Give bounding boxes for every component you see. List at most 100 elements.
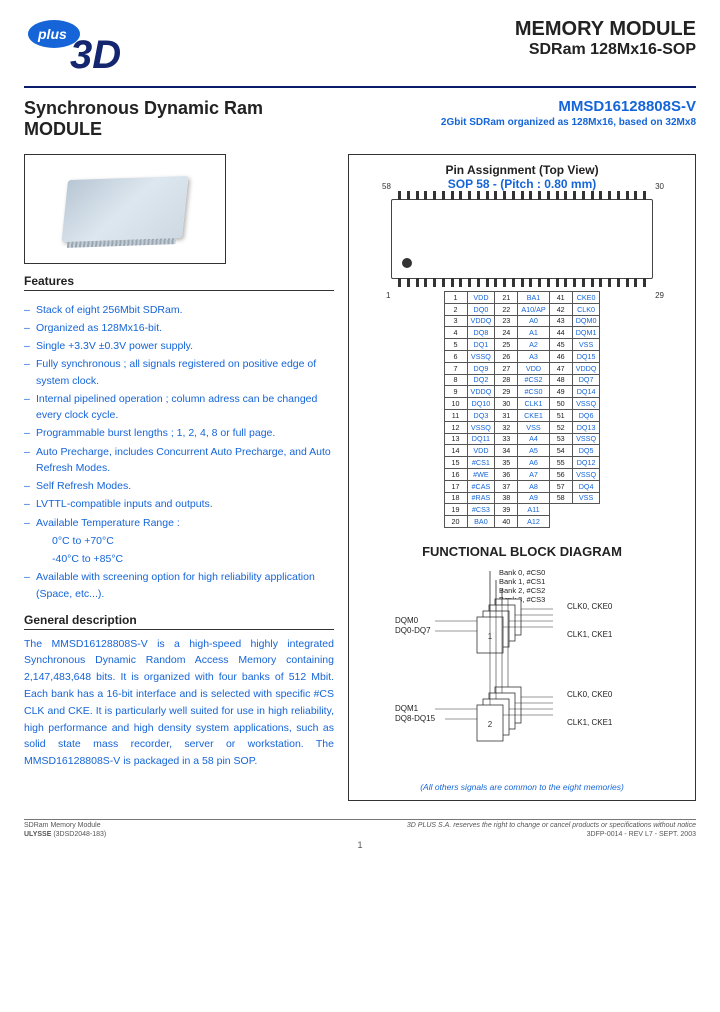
pin-number-cell: 58 [549, 492, 572, 504]
pin-name-cell: CLK0 [572, 303, 600, 315]
pin-name-cell: VDDQ [572, 362, 600, 374]
pin-name-cell: BA0 [467, 516, 495, 528]
pin-number-cell: 28 [495, 374, 518, 386]
pin-number-cell: 56 [549, 468, 572, 480]
svg-text:CLK0, CKE0: CLK0, CKE0 [567, 602, 613, 611]
feature-item: Available with screening option for high… [24, 569, 334, 602]
general-description: The MMSD16128808S-V is a high-speed high… [24, 636, 334, 770]
page-footer: SDRam Memory Module 3D PLUS S.A. reserve… [24, 819, 696, 850]
svg-text:Bank 2, #CS2: Bank 2, #CS2 [499, 586, 545, 595]
pin-number-cell: 5 [444, 339, 467, 351]
pin-number-cell: 30 [495, 398, 518, 410]
pin-number-cell: 4 [444, 327, 467, 339]
header-rule [24, 86, 696, 88]
svg-text:DQM0: DQM0 [395, 616, 419, 625]
footer-rev: 3DFP-0014 - REV L7 - SEPT. 2003 [587, 831, 696, 838]
pin-number-cell: 50 [549, 398, 572, 410]
pin-name-cell: A5 [518, 445, 549, 457]
pin-name-cell: DQ6 [572, 409, 600, 421]
pin-number-cell: 38 [495, 492, 518, 504]
pin-label: 29 [655, 291, 664, 300]
pin-number-cell: 36 [495, 468, 518, 480]
pin-label: 1 [386, 291, 390, 300]
temp-range-item: -40°C to +85°C [24, 551, 334, 567]
pin-name-cell: #WE [467, 468, 495, 480]
pin-number-cell: 57 [549, 480, 572, 492]
pin-name-cell: DQ12 [572, 457, 600, 469]
svg-text:CLK1, CKE1: CLK1, CKE1 [567, 630, 613, 639]
feature-item: Fully synchronous ; all signals register… [24, 356, 334, 389]
pin-number-cell: 45 [549, 339, 572, 351]
pin-name-cell: DQ0 [467, 303, 495, 315]
pin-name-cell: DQM0 [572, 315, 600, 327]
fbd-heading: FUNCTIONAL BLOCK DIAGRAM [357, 544, 687, 559]
pin-name-cell: #CS1 [467, 457, 495, 469]
pin-number-cell: 49 [549, 386, 572, 398]
features-heading: Features [24, 274, 334, 291]
pin-name-cell: A6 [518, 457, 549, 469]
pin-number-cell: 42 [549, 303, 572, 315]
sop-package-drawing: 58 30 1 29 [391, 199, 653, 279]
part-description: 2Gbit SDRam organized as 128Mx16, based … [441, 117, 696, 128]
header-title: MEMORY MODULE [515, 18, 696, 41]
footer-right: 3D PLUS S.A. reserves the right to chang… [407, 822, 696, 829]
pin-name-cell: A9 [518, 492, 549, 504]
pin-label: 58 [382, 182, 391, 191]
pin-number-cell: 10 [444, 398, 467, 410]
pin-number-cell: 39 [495, 504, 518, 516]
pin-name-cell: CKE1 [518, 409, 549, 421]
svg-text:DQ0-DQ7: DQ0-DQ7 [395, 626, 431, 635]
pin-number-cell: 33 [495, 433, 518, 445]
pin-number-cell: 34 [495, 445, 518, 457]
pin-name-cell: DQ14 [572, 386, 600, 398]
pin-name-cell: DQ15 [572, 350, 600, 362]
pin-number-cell: 8 [444, 374, 467, 386]
pin-name-cell: VSSQ [467, 350, 495, 362]
pin-name-cell: DQ3 [467, 409, 495, 421]
pin-number-cell: 31 [495, 409, 518, 421]
pin-number-cell: 47 [549, 362, 572, 374]
pin-name-cell: DQ10 [467, 398, 495, 410]
pin-number-cell: 35 [495, 457, 518, 469]
feature-item: Auto Precharge, includes Concurrent Auto… [24, 444, 334, 477]
feature-item: Self Refresh Modes. [24, 478, 334, 494]
pin-label: 30 [655, 182, 664, 191]
pin-number-cell: 16 [444, 468, 467, 480]
pin-number-cell: 54 [549, 445, 572, 457]
pin-number-cell: 37 [495, 480, 518, 492]
page-number: 1 [24, 840, 696, 850]
pin-number-cell: 15 [444, 457, 467, 469]
general-heading: General description [24, 613, 334, 630]
pin-name-cell: DQ5 [572, 445, 600, 457]
pin-name-cell: A7 [518, 468, 549, 480]
pin-name-cell: CLK1 [518, 398, 549, 410]
feature-item: Programmable burst lengths ; 1, 2, 4, 8 … [24, 425, 334, 441]
product-title-line2: MODULE [24, 119, 263, 140]
features-list: Stack of eight 256Mbit SDRam. Organized … [24, 302, 334, 603]
pin-number-cell: 27 [495, 362, 518, 374]
pin-number-cell: 26 [495, 350, 518, 362]
pin-name-cell: VDDQ [467, 386, 495, 398]
pin-number-cell: 14 [444, 445, 467, 457]
pin-number-cell: 43 [549, 315, 572, 327]
pin-name-cell: VDD [518, 362, 549, 374]
temp-range-item: 0°C to +70°C [24, 533, 334, 549]
pin-name-cell: DQM1 [572, 327, 600, 339]
pin-name-cell: VDD [467, 445, 495, 457]
pin-number-cell: 40 [495, 516, 518, 528]
pin-number-cell: 48 [549, 374, 572, 386]
pin-name-cell: A0 [518, 315, 549, 327]
pin1-indicator-icon [402, 258, 412, 268]
pin-name-cell: A3 [518, 350, 549, 362]
pin-number-cell: 25 [495, 339, 518, 351]
svg-text:DQ8-DQ15: DQ8-DQ15 [395, 714, 436, 723]
pin-number-cell: 32 [495, 421, 518, 433]
pin-number-cell: 9 [444, 386, 467, 398]
feature-item: Internal pipelined operation ; column ad… [24, 391, 334, 424]
footer-ulysse: ULYSSE [24, 831, 51, 838]
pin-number-cell: 29 [495, 386, 518, 398]
pin-number-cell: 1 [444, 292, 467, 304]
pin-name-cell: CKE0 [572, 292, 600, 304]
pin-number-cell: 18 [444, 492, 467, 504]
product-image [24, 154, 226, 264]
